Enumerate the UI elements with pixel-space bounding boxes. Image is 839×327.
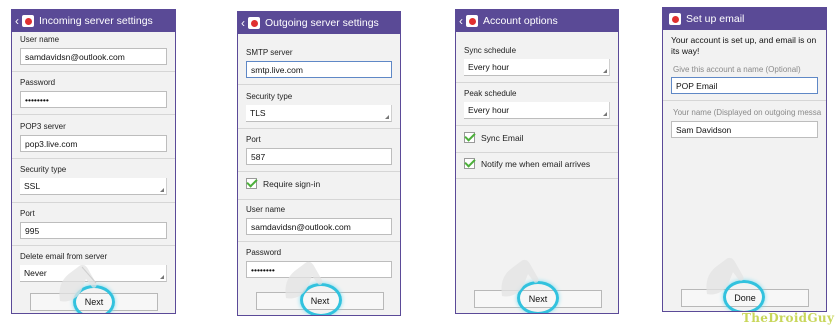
checkmark-icon xyxy=(246,178,257,189)
divider xyxy=(238,171,400,172)
notify-checkbox[interactable]: Notify me when email arrives xyxy=(464,158,590,169)
finger-tap-icon xyxy=(285,261,323,299)
setup-message: Your account is set up, and email is on … xyxy=(671,35,817,56)
field-label: Sync schedule xyxy=(464,46,517,55)
username-field[interactable]: samdavidsn@outlook.com xyxy=(246,218,392,235)
port-field[interactable]: 587 xyxy=(246,148,392,165)
field-label: SMTP server xyxy=(246,48,293,57)
finger-tap-icon xyxy=(706,257,744,295)
screen-title: Account options xyxy=(483,15,558,27)
field-label: POP3 server xyxy=(20,122,66,131)
setup-email-screen: Set up email Your account is set up, and… xyxy=(662,7,827,312)
checkmark-icon xyxy=(464,132,475,143)
sync-schedule-select[interactable]: Every hour xyxy=(464,59,610,76)
checkbox-label: Sync Email xyxy=(481,132,524,143)
title-bar: Set up email xyxy=(663,8,826,30)
field-label: Security type xyxy=(246,92,293,101)
screen-title: Incoming server settings xyxy=(39,15,153,27)
divider xyxy=(456,82,618,83)
finger-tap-icon xyxy=(501,259,539,297)
account-options-screen: ‹ Account options Sync schedule Every ho… xyxy=(455,9,619,314)
incoming-settings-screen: ‹ Incoming server settings User name sam… xyxy=(11,9,176,314)
email-app-icon xyxy=(22,15,34,27)
smtp-server-field[interactable]: smtp.live.com xyxy=(246,61,392,78)
email-app-icon xyxy=(248,17,260,29)
field-hint: Your name (Displayed on outgoing messa xyxy=(673,108,822,117)
security-type-select[interactable]: TLS xyxy=(246,105,392,122)
email-app-icon xyxy=(669,13,681,25)
field-label: Port xyxy=(20,209,35,218)
back-icon[interactable]: ‹ xyxy=(241,17,245,29)
divider xyxy=(238,84,400,85)
screen-title: Outgoing server settings xyxy=(265,17,379,29)
field-hint: Give this account a name (Optional) xyxy=(673,65,801,74)
account-name-field[interactable]: POP Email xyxy=(671,77,818,94)
field-label: Password xyxy=(246,248,282,257)
title-bar: ‹ Account options xyxy=(456,10,618,32)
pop3-server-field[interactable]: pop3.live.com xyxy=(20,135,167,152)
divider xyxy=(456,152,618,153)
divider xyxy=(238,199,400,200)
divider xyxy=(238,128,400,129)
back-icon[interactable]: ‹ xyxy=(15,15,19,27)
field-label: Peak schedule xyxy=(464,89,517,98)
password-field[interactable]: •••••••• xyxy=(20,91,167,108)
field-label: User name xyxy=(246,205,286,214)
field-label: Password xyxy=(20,78,56,87)
divider xyxy=(456,178,618,179)
divider xyxy=(663,100,826,101)
title-bar: ‹ Incoming server settings xyxy=(12,10,175,32)
title-bar: ‹ Outgoing server settings xyxy=(238,12,400,34)
watermark-logo: TheDroidGuy xyxy=(742,311,835,325)
field-label: Port xyxy=(246,135,261,144)
divider xyxy=(12,114,175,115)
username-field[interactable]: samdavidsn@outlook.com xyxy=(20,48,167,65)
back-icon[interactable]: ‹ xyxy=(459,15,463,27)
port-field[interactable]: 995 xyxy=(20,222,167,239)
divider xyxy=(12,202,175,203)
field-label: User name xyxy=(20,35,60,44)
field-label: Security type xyxy=(20,165,67,174)
checkmark-icon xyxy=(464,158,475,169)
checkbox-label: Require sign-in xyxy=(263,178,321,189)
checkbox-label: Notify me when email arrives xyxy=(481,158,591,169)
peak-schedule-select[interactable]: Every hour xyxy=(464,102,610,119)
security-type-select[interactable]: SSL xyxy=(20,178,167,195)
sync-email-checkbox[interactable]: Sync Email xyxy=(464,132,524,143)
email-app-icon xyxy=(466,15,478,27)
divider xyxy=(12,71,175,72)
require-signin-checkbox[interactable]: Require sign-in xyxy=(246,178,320,189)
divider xyxy=(12,158,175,159)
your-name-field[interactable]: Sam Davidson xyxy=(671,121,818,138)
finger-tap-icon xyxy=(59,264,97,302)
divider xyxy=(456,125,618,126)
screen-title: Set up email xyxy=(686,13,745,25)
outgoing-settings-screen: ‹ Outgoing server settings SMTP server s… xyxy=(237,11,401,316)
